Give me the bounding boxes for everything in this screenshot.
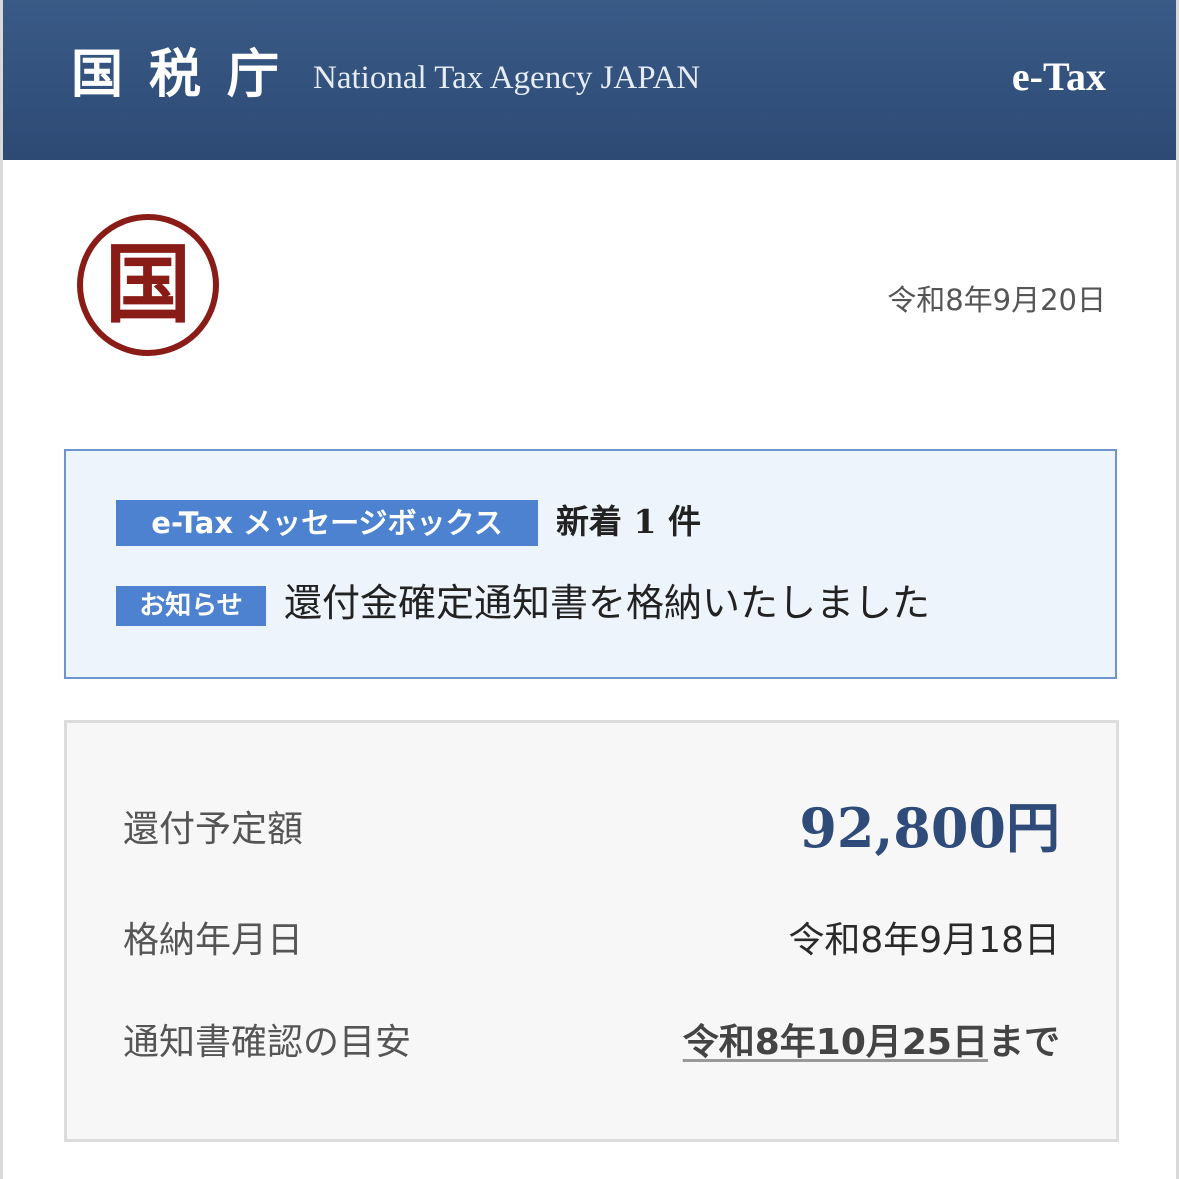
agency-name: 国税庁	[71, 44, 306, 105]
stored-date-label: 格納年月日	[123, 920, 304, 961]
message-box-tag: e-Tax メッセージボックス	[116, 500, 538, 546]
deadline-date-link[interactable]: 令和8年10月25日	[683, 1022, 988, 1063]
refund-details-panel: 還付予定額 92,800円 格納年月日 令和8年9月18日 通知書確認の目安 令…	[64, 720, 1119, 1142]
notice-tag: お知らせ	[116, 586, 266, 626]
agency-subtitle: National Tax Agency JAPAN	[313, 60, 701, 96]
refund-amount-label: 還付予定額	[123, 809, 304, 850]
new-message-count: 新着 1 件	[556, 502, 701, 541]
notice-text[interactable]: 還付金確定通知書を格納いたしました	[284, 575, 930, 631]
notification-card: 国税庁 National Tax Agency JAPAN e-Tax 国 令和…	[3, 0, 1176, 1179]
deadline-suffix: まで	[987, 1022, 1060, 1063]
confirm-deadline-value: 令和8年10月25日まで	[683, 1018, 1060, 1068]
issue-date: 令和8年9月20日	[887, 283, 1106, 317]
seal-character: 国	[105, 234, 191, 335]
confirm-deadline-label: 通知書確認の目安	[123, 1022, 412, 1063]
etax-logo: e-Tax	[1011, 54, 1106, 99]
message-box-panel[interactable]: e-Tax メッセージボックス 新着 1 件 お知らせ 還付金確定通知書を格納い…	[64, 449, 1117, 679]
header-bar: 国税庁 National Tax Agency JAPAN e-Tax	[3, 0, 1176, 160]
refund-amount-value: 92,800円	[799, 796, 1060, 860]
stored-date-value: 令和8年9月18日	[788, 920, 1060, 961]
nta-seal-icon: 国	[77, 214, 219, 356]
